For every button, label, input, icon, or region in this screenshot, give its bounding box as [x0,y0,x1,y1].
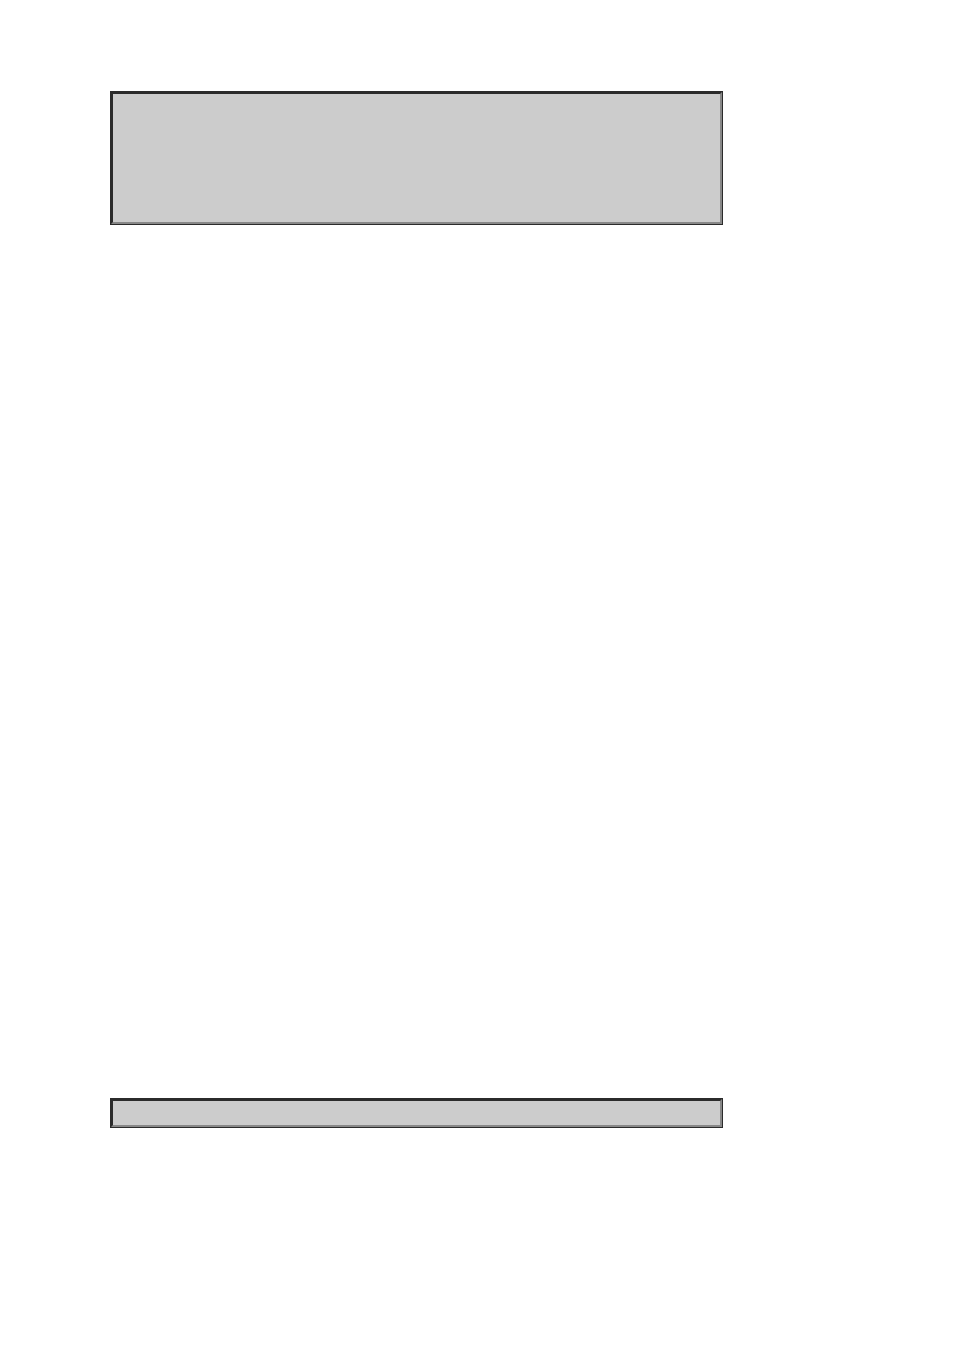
panel-top [110,91,723,225]
panel-bottom [110,1098,723,1128]
